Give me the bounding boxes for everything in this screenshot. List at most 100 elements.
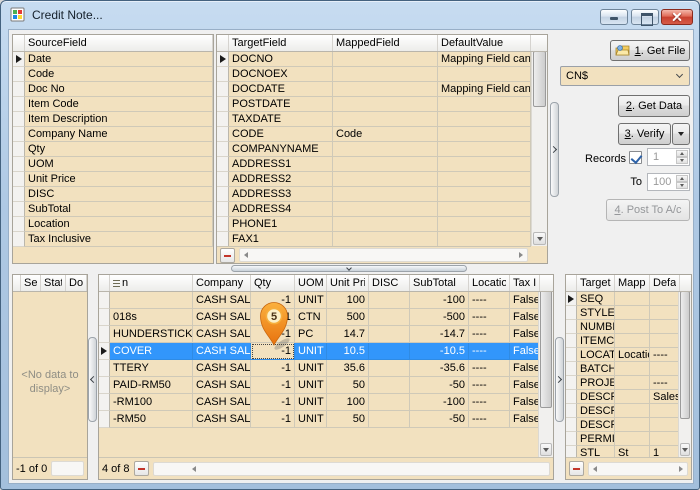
table-row[interactable]: -RM100CASH SALES-1UNIT100-100----False xyxy=(99,394,538,411)
table-row[interactable]: -RM50CASH SALES-1UNIT50-50----False xyxy=(99,411,538,428)
cell[interactable] xyxy=(438,217,531,232)
table-row[interactable]: DOCDATE Mapping Field can't be e xyxy=(217,82,531,97)
cell[interactable]: 50 xyxy=(327,411,369,428)
horizontal-scrollbar[interactable] xyxy=(153,462,550,476)
cell[interactable]: SubTotal xyxy=(25,202,213,217)
table-row[interactable]: Company Name xyxy=(13,127,213,142)
column-header[interactable]: Default xyxy=(650,275,680,291)
cell[interactable]: Doc No xyxy=(25,82,213,97)
cell[interactable]: Location xyxy=(25,217,213,232)
vertical-scrollbar[interactable] xyxy=(678,275,691,457)
cell[interactable]: STL xyxy=(577,446,615,457)
scroll-down-button[interactable] xyxy=(680,443,690,456)
remove-row-button[interactable] xyxy=(569,461,584,476)
cell[interactable]: DOCDATE xyxy=(229,82,333,97)
table-row[interactable]: HUNDERSTICK 06CASH SALES-1PC14.7-14.7---… xyxy=(99,326,538,343)
cell[interactable] xyxy=(438,67,531,82)
column-header[interactable]: Se xyxy=(21,275,41,291)
cell[interactable]: -1 xyxy=(251,411,295,428)
table-row[interactable]: PROJE---- xyxy=(566,376,678,390)
table-row[interactable]: UOM xyxy=(13,157,213,172)
table-row[interactable]: Date xyxy=(13,52,213,67)
table-row[interactable]: DISC xyxy=(13,187,213,202)
table-row[interactable]: Item Description xyxy=(13,112,213,127)
cell[interactable]: SEQ xyxy=(577,292,615,306)
cell[interactable]: 018s xyxy=(110,309,193,326)
table-row[interactable]: TAXDATE xyxy=(217,112,531,127)
cell[interactable]: POSTDATE xyxy=(229,97,333,112)
cell[interactable]: DOCNOEX xyxy=(229,67,333,82)
verify-dropdown-button[interactable] xyxy=(672,123,690,145)
horizontal-scrollbar[interactable] xyxy=(588,462,688,476)
cell[interactable]: UNIT xyxy=(295,377,327,394)
column-header[interactable]: Statu xyxy=(41,275,66,291)
table-row[interactable]: Location xyxy=(13,217,213,232)
cell[interactable]: Location xyxy=(615,348,650,362)
scrollbar-track[interactable] xyxy=(680,289,690,443)
records-from-stepper[interactable]: 1 xyxy=(647,148,690,166)
cell[interactable] xyxy=(615,404,650,418)
cell[interactable]: -1 xyxy=(251,309,295,326)
cell[interactable]: CASH SALES xyxy=(193,377,251,394)
column-header[interactable]: Unit Price xyxy=(327,275,369,291)
cell[interactable] xyxy=(438,232,531,246)
get-file-button[interactable]: 1. Get File xyxy=(610,40,690,61)
cell[interactable] xyxy=(369,411,410,428)
column-header[interactable]: DefaultValue xyxy=(438,35,531,51)
table-row[interactable]: DESCR Sales R xyxy=(566,390,678,404)
cell[interactable] xyxy=(369,343,410,360)
cell[interactable]: Qty xyxy=(25,142,213,157)
cell[interactable] xyxy=(650,320,678,334)
cell[interactable] xyxy=(615,362,650,376)
records-checkbox[interactable] xyxy=(629,151,642,164)
cell[interactable] xyxy=(438,127,531,142)
cell[interactable]: False xyxy=(510,411,538,428)
cell[interactable]: Code xyxy=(25,67,213,82)
sheet-select[interactable]: CN$ xyxy=(560,66,690,86)
cell[interactable]: -RM50 xyxy=(110,411,193,428)
cell[interactable]: UOM xyxy=(25,157,213,172)
spin-up-button[interactable] xyxy=(676,150,688,157)
table-row[interactable]: TTERYCASH SALES-1UNIT35.6-35.6----False xyxy=(99,360,538,377)
table-row[interactable]: DOCNOMapping Field can't be e xyxy=(217,52,531,67)
cell[interactable]: ADDRESS2 xyxy=(229,172,333,187)
table-row[interactable]: PAID-RM50CASH SALES-1UNIT50-50----False xyxy=(99,377,538,394)
remove-row-button[interactable] xyxy=(134,461,149,476)
scroll-down-button[interactable] xyxy=(533,232,546,245)
cell[interactable]: Code xyxy=(333,127,438,142)
cell[interactable]: Date xyxy=(25,52,213,67)
vertical-scrollbar[interactable] xyxy=(531,35,547,246)
cell[interactable]: CASH SALES xyxy=(193,309,251,326)
cell[interactable]: Mapping Field can't be e xyxy=(438,82,531,97)
cell[interactable]: -100 xyxy=(410,394,469,411)
table-row[interactable]: BATCH xyxy=(566,362,678,376)
get-data-button[interactable]: 2. Get Data xyxy=(618,95,690,117)
cell[interactable]: ---- xyxy=(469,292,510,309)
maximize-button[interactable] xyxy=(631,9,659,25)
cell[interactable] xyxy=(615,306,650,320)
cell[interactable] xyxy=(333,52,438,67)
cell[interactable]: ADDRESS4 xyxy=(229,202,333,217)
cell[interactable] xyxy=(333,172,438,187)
cell[interactable] xyxy=(615,418,650,432)
horizontal-scrollbar[interactable] xyxy=(239,248,528,262)
column-header[interactable]: DocN xyxy=(66,275,87,291)
cell[interactable] xyxy=(369,309,410,326)
table-row[interactable]: ADDRESS4 xyxy=(217,202,531,217)
table-row[interactable]: DESCR xyxy=(566,404,678,418)
cell[interactable] xyxy=(438,142,531,157)
cell[interactable] xyxy=(369,394,410,411)
cell[interactable]: Item Code xyxy=(25,97,213,112)
table-row[interactable]: COMPANYNAME xyxy=(217,142,531,157)
cell[interactable]: -1 xyxy=(251,394,295,411)
cell[interactable]: CASH SALES xyxy=(193,343,251,360)
cell[interactable]: Sales R xyxy=(650,390,678,404)
cell[interactable]: PHONE1 xyxy=(229,217,333,232)
cell[interactable]: CASH SALES xyxy=(193,360,251,377)
verify-button[interactable]: 3. Verify xyxy=(618,123,671,145)
cell[interactable]: DESCR xyxy=(577,390,615,404)
cell[interactable] xyxy=(333,82,438,97)
column-header[interactable]: TargetF xyxy=(577,275,615,291)
cell[interactable] xyxy=(369,292,410,309)
cell[interactable]: COMPANYNAME xyxy=(229,142,333,157)
